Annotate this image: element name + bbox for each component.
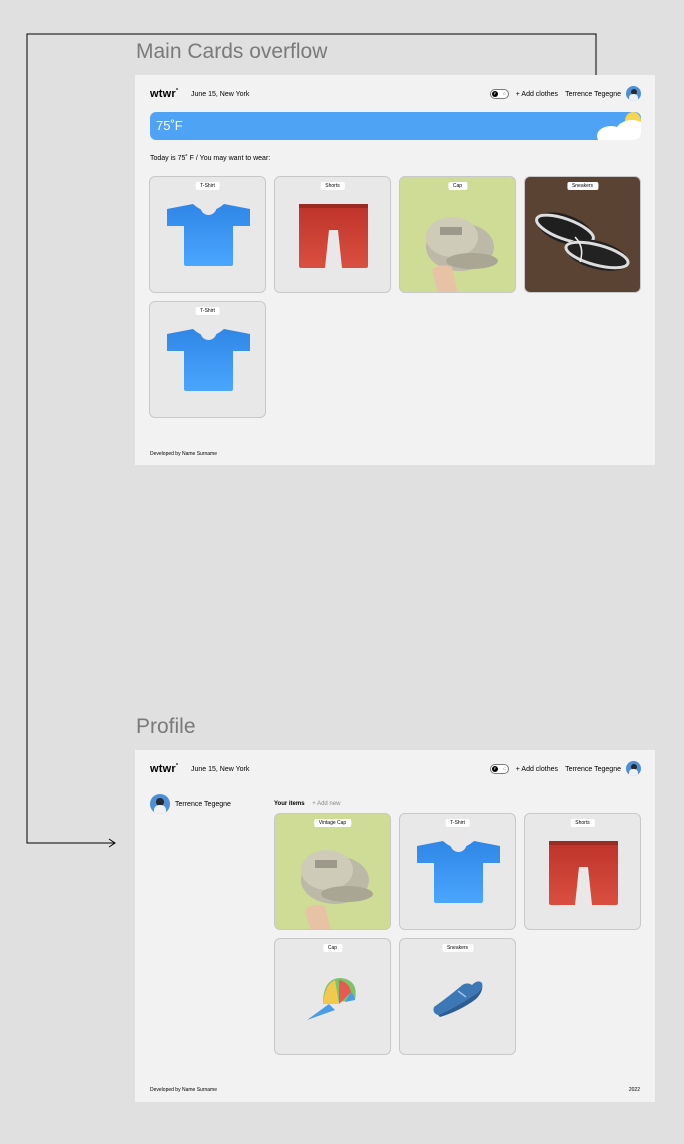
item-card-label: Shorts	[320, 182, 345, 190]
date-location: June 15, New York	[191, 91, 250, 98]
shorts-icon	[549, 841, 618, 905]
toggle-label-c: C	[503, 91, 506, 96]
item-card-label: Sneakers	[441, 944, 474, 952]
header: wtwr° June 15, New York F C + Add clothe…	[150, 761, 641, 777]
date-location: June 15, New York	[191, 766, 250, 773]
item-card[interactable]: Sneakers	[524, 176, 641, 293]
tab-your-items[interactable]: Your items	[274, 801, 305, 807]
item-card[interactable]: T-Shirt	[149, 301, 266, 418]
avatar[interactable]	[626, 761, 641, 776]
avatar[interactable]	[626, 86, 641, 101]
footer-credit: Developed by Name Surname	[150, 451, 217, 457]
item-card-label: T-Shirt	[195, 182, 220, 190]
item-card[interactable]: Vintage Cap	[274, 813, 391, 930]
item-card[interactable]: T-Shirt	[399, 813, 516, 930]
item-card-label: Vintage Cap	[313, 819, 352, 827]
item-card-label: Cap	[447, 182, 468, 190]
profile-avatar	[150, 794, 170, 814]
tshirt-icon	[167, 329, 250, 391]
cap-icon	[307, 978, 356, 1020]
logo[interactable]: wtwr°	[150, 763, 178, 775]
frame-title-profile: Profile	[136, 715, 196, 738]
header: wtwr° June 15, New York F C + Add clothe…	[150, 86, 641, 102]
item-card[interactable]: Sneakers	[399, 938, 516, 1055]
item-card-label: Shorts	[570, 819, 595, 827]
cap-photo	[301, 850, 373, 929]
weather-card: 75˚F	[150, 112, 641, 140]
temperature-unit-toggle[interactable]: F C	[490, 764, 509, 774]
sneakers-icon	[433, 981, 483, 1017]
toggle-label-c: C	[503, 766, 506, 771]
toggle-knob-f: F	[492, 766, 498, 772]
item-card-label: Sneakers	[566, 182, 599, 190]
item-card-label: T-Shirt	[445, 819, 470, 827]
toggle-knob-f: F	[492, 91, 498, 97]
username[interactable]: Terrence Tegegne	[565, 91, 621, 98]
cap-photo	[426, 217, 498, 292]
username[interactable]: Terrence Tegegne	[565, 766, 621, 773]
recommendation-text: Today is 75˚ F / You may want to wear:	[150, 155, 271, 162]
item-card[interactable]: Cap	[274, 938, 391, 1055]
add-new-button[interactable]: + Add new	[312, 801, 340, 807]
temperature-unit-toggle[interactable]: F C	[490, 89, 509, 99]
footer-credit: Developed by Name Surname	[150, 1087, 217, 1093]
weather-temperature: 75˚F	[156, 118, 183, 133]
item-card[interactable]: T-Shirt	[149, 176, 266, 293]
profile-name: Terrence Tegegne	[175, 801, 231, 808]
add-clothes-button[interactable]: + Add clothes	[516, 766, 558, 773]
profile-tabs: Your items + Add new	[274, 801, 340, 807]
shorts-icon	[299, 204, 368, 268]
footer-year: 2022	[628, 1087, 640, 1093]
main-frame: wtwr° June 15, New York F C + Add clothe…	[135, 75, 655, 465]
profile-frame: wtwr° June 15, New York F C + Add clothe…	[135, 750, 655, 1102]
sneakers-photo	[535, 212, 630, 271]
logo[interactable]: wtwr°	[150, 88, 178, 100]
tshirt-icon	[167, 204, 250, 266]
item-card[interactable]: Shorts	[274, 176, 391, 293]
add-clothes-button[interactable]: + Add clothes	[516, 91, 558, 98]
item-card[interactable]: Cap	[399, 176, 516, 293]
frame-title-main: Main Cards overflow	[136, 40, 328, 63]
tshirt-icon	[417, 841, 500, 903]
cloud-icon-part	[597, 126, 625, 140]
item-card[interactable]: Shorts	[524, 813, 641, 930]
item-card-label: Cap	[322, 944, 343, 952]
item-card-label: T-Shirt	[195, 307, 220, 315]
